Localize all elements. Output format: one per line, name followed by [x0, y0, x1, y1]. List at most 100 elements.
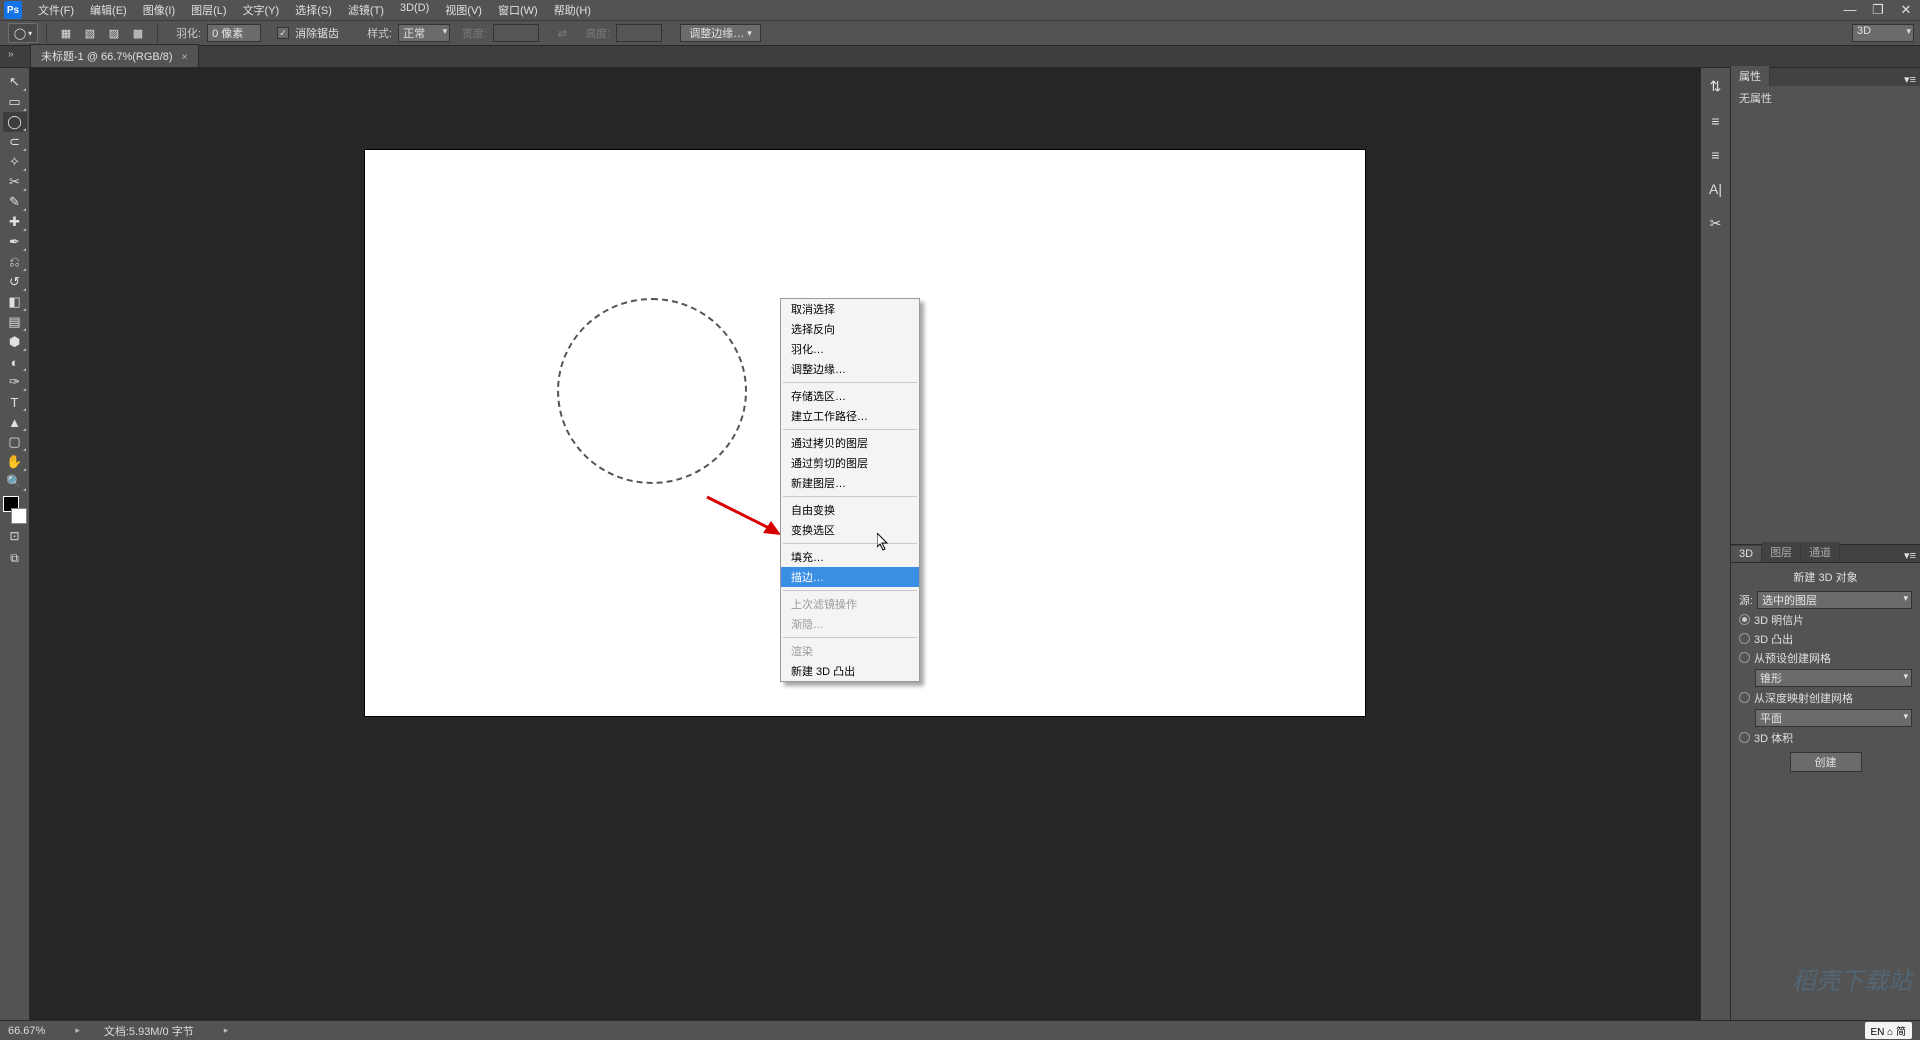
type-tool[interactable]: T	[3, 392, 27, 412]
zoom-arrow-icon[interactable]: ▸	[75, 1025, 80, 1036]
antialias-checkbox[interactable]: ✓	[277, 27, 289, 39]
document-tab[interactable]: 未标题-1 @ 66.7%(RGB/8) ×	[30, 44, 199, 67]
menu-1[interactable]: 编辑(E)	[84, 0, 133, 20]
menu-7[interactable]: 3D(D)	[394, 0, 435, 20]
menu-10[interactable]: 帮助(H)	[548, 0, 597, 20]
zoom-tool[interactable]: 🔍	[3, 472, 27, 492]
canvas-area[interactable]: 取消选择选择反向羽化…调整边缘… 存储选区…建立工作路径… 通过拷贝的图层通过剪切的…	[30, 68, 1700, 1020]
lasso-tool[interactable]: ⊂	[3, 132, 27, 152]
ctx-item[interactable]: 填充…	[781, 547, 919, 567]
shape-tool[interactable]: ▢	[3, 432, 27, 452]
tab-3d[interactable]: 3D	[1731, 546, 1762, 562]
radio-icon[interactable]	[1739, 614, 1750, 625]
ctx-item[interactable]: 取消选择	[781, 299, 919, 319]
radio-icon[interactable]	[1739, 633, 1750, 644]
ctx-item[interactable]: 描边…	[781, 567, 919, 587]
radio-icon[interactable]	[1739, 652, 1750, 663]
add-selection-icon[interactable]: ▧	[79, 23, 101, 43]
new-selection-icon[interactable]: ▦	[55, 23, 77, 43]
tab-layers[interactable]: 图层	[1762, 542, 1801, 562]
menu-6[interactable]: 滤镜(T)	[342, 0, 390, 20]
pen-tool[interactable]: ✑	[3, 372, 27, 392]
window-controls: — ❐ ✕	[1836, 2, 1920, 18]
radio-icon[interactable]	[1739, 692, 1750, 703]
ctx-item[interactable]: 变换选区	[781, 520, 919, 540]
rect-marquee-tool[interactable]: ▭	[3, 92, 27, 112]
3d-source-select[interactable]: 选中的图层	[1757, 591, 1912, 609]
3d-option-row[interactable]: 从预设创建网格	[1739, 650, 1912, 666]
color-swatches[interactable]	[3, 496, 27, 524]
feather-input[interactable]	[207, 24, 261, 42]
3d-option-select[interactable]: 锥形	[1755, 669, 1912, 687]
style-select[interactable]: 正常	[398, 24, 450, 42]
ctx-item[interactable]: 建立工作路径…	[781, 406, 919, 426]
canvas[interactable]: 取消选择选择反向羽化…调整边缘… 存储选区…建立工作路径… 通过拷贝的图层通过剪切的…	[365, 150, 1365, 716]
menu-0[interactable]: 文件(F)	[32, 0, 80, 20]
elliptical-selection[interactable]	[557, 298, 747, 484]
3d-option-row[interactable]: 从深度映射创建网格	[1739, 690, 1912, 706]
ime-indicator[interactable]: EN ⌂ 简	[1865, 1022, 1913, 1039]
hand-tool[interactable]: ✋	[3, 452, 27, 472]
doc-info-arrow-icon[interactable]: ▸	[224, 1025, 229, 1036]
ctx-item[interactable]: 通过拷贝的图层	[781, 433, 919, 453]
ctx-item[interactable]: 新建 3D 凸出	[781, 661, 919, 681]
properties-tab[interactable]: 属性	[1731, 66, 1770, 86]
eraser-tool[interactable]: ◧	[3, 292, 27, 312]
crop-tool[interactable]: ✂	[3, 172, 27, 192]
quick-mask-1[interactable]: ⧉	[3, 548, 27, 568]
history-brush-tool[interactable]: ↺	[3, 272, 27, 292]
subtract-selection-icon[interactable]: ▨	[103, 23, 125, 43]
close-button[interactable]: ✕	[1892, 2, 1920, 18]
healing-brush-tool[interactable]: ✚	[3, 212, 27, 232]
dock-icon-3[interactable]: A|	[1709, 181, 1722, 197]
dock-icon-2[interactable]: ≡	[1711, 147, 1719, 163]
ellipse-marquee-tool[interactable]: ◯	[3, 112, 27, 132]
ctx-item[interactable]: 自由变换	[781, 500, 919, 520]
minimize-button[interactable]: —	[1836, 2, 1864, 18]
3d-option-select[interactable]: 平面	[1755, 709, 1912, 727]
ctx-item[interactable]: 新建图层…	[781, 473, 919, 493]
dock-icon-1[interactable]: ≡	[1711, 113, 1719, 129]
menu-2[interactable]: 图像(I)	[137, 0, 181, 20]
ctx-item[interactable]: 选择反向	[781, 319, 919, 339]
refine-edge-button[interactable]: 调整边缘…	[680, 24, 761, 42]
quick-mask-0[interactable]: ⊡	[3, 526, 27, 546]
brush-tool[interactable]: ✒	[3, 232, 27, 252]
expand-tabs-icon[interactable]: »	[8, 49, 14, 60]
workspace-switcher[interactable]: 3D	[1852, 24, 1914, 42]
3d-option-row[interactable]: 3D 体积	[1739, 730, 1912, 746]
dock-icon-4[interactable]: ✂	[1710, 215, 1722, 232]
dodge-tool[interactable]: ◐	[3, 352, 27, 372]
style-label: 样式:	[367, 25, 392, 41]
dock-icon-0[interactable]: ⇅	[1710, 78, 1722, 95]
path-select-tool[interactable]: ▲	[3, 412, 27, 432]
doc-info[interactable]: 文档:5.93M/0 字节	[104, 1023, 194, 1039]
radio-icon[interactable]	[1739, 732, 1750, 743]
menu-5[interactable]: 选择(S)	[289, 0, 338, 20]
current-tool-icon[interactable]: ◯ ▾	[8, 23, 38, 43]
ctx-item[interactable]: 羽化…	[781, 339, 919, 359]
magic-wand-tool[interactable]: ✧	[3, 152, 27, 172]
ctx-item[interactable]: 存储选区…	[781, 386, 919, 406]
clone-stamp-tool[interactable]: ⎌	[3, 252, 27, 272]
menu-3[interactable]: 图层(L)	[185, 0, 232, 20]
menu-8[interactable]: 视图(V)	[439, 0, 488, 20]
panel-menu-icon[interactable]: ▾≡	[1900, 549, 1920, 562]
menu-4[interactable]: 文字(Y)	[237, 0, 286, 20]
tab-channels[interactable]: 通道	[1801, 542, 1840, 562]
maximize-button[interactable]: ❐	[1864, 2, 1892, 18]
3d-option-row[interactable]: 3D 明信片	[1739, 612, 1912, 628]
tab-close-icon[interactable]: ×	[182, 52, 188, 63]
move-tool[interactable]: ↖	[3, 72, 27, 92]
blur-tool[interactable]: ⬢	[3, 332, 27, 352]
gradient-tool[interactable]: ▤	[3, 312, 27, 332]
ctx-item[interactable]: 调整边缘…	[781, 359, 919, 379]
zoom-level[interactable]: 66.67%	[8, 1025, 45, 1037]
ctx-item[interactable]: 通过剪切的图层	[781, 453, 919, 473]
menu-9[interactable]: 窗口(W)	[492, 0, 544, 20]
3d-create-button[interactable]: 创建	[1790, 752, 1862, 772]
eyedropper-tool[interactable]: ✎	[3, 192, 27, 212]
intersect-selection-icon[interactable]: ▩	[127, 23, 149, 43]
3d-option-row[interactable]: 3D 凸出	[1739, 631, 1912, 647]
panel-menu-icon[interactable]: ▾≡	[1900, 73, 1920, 86]
